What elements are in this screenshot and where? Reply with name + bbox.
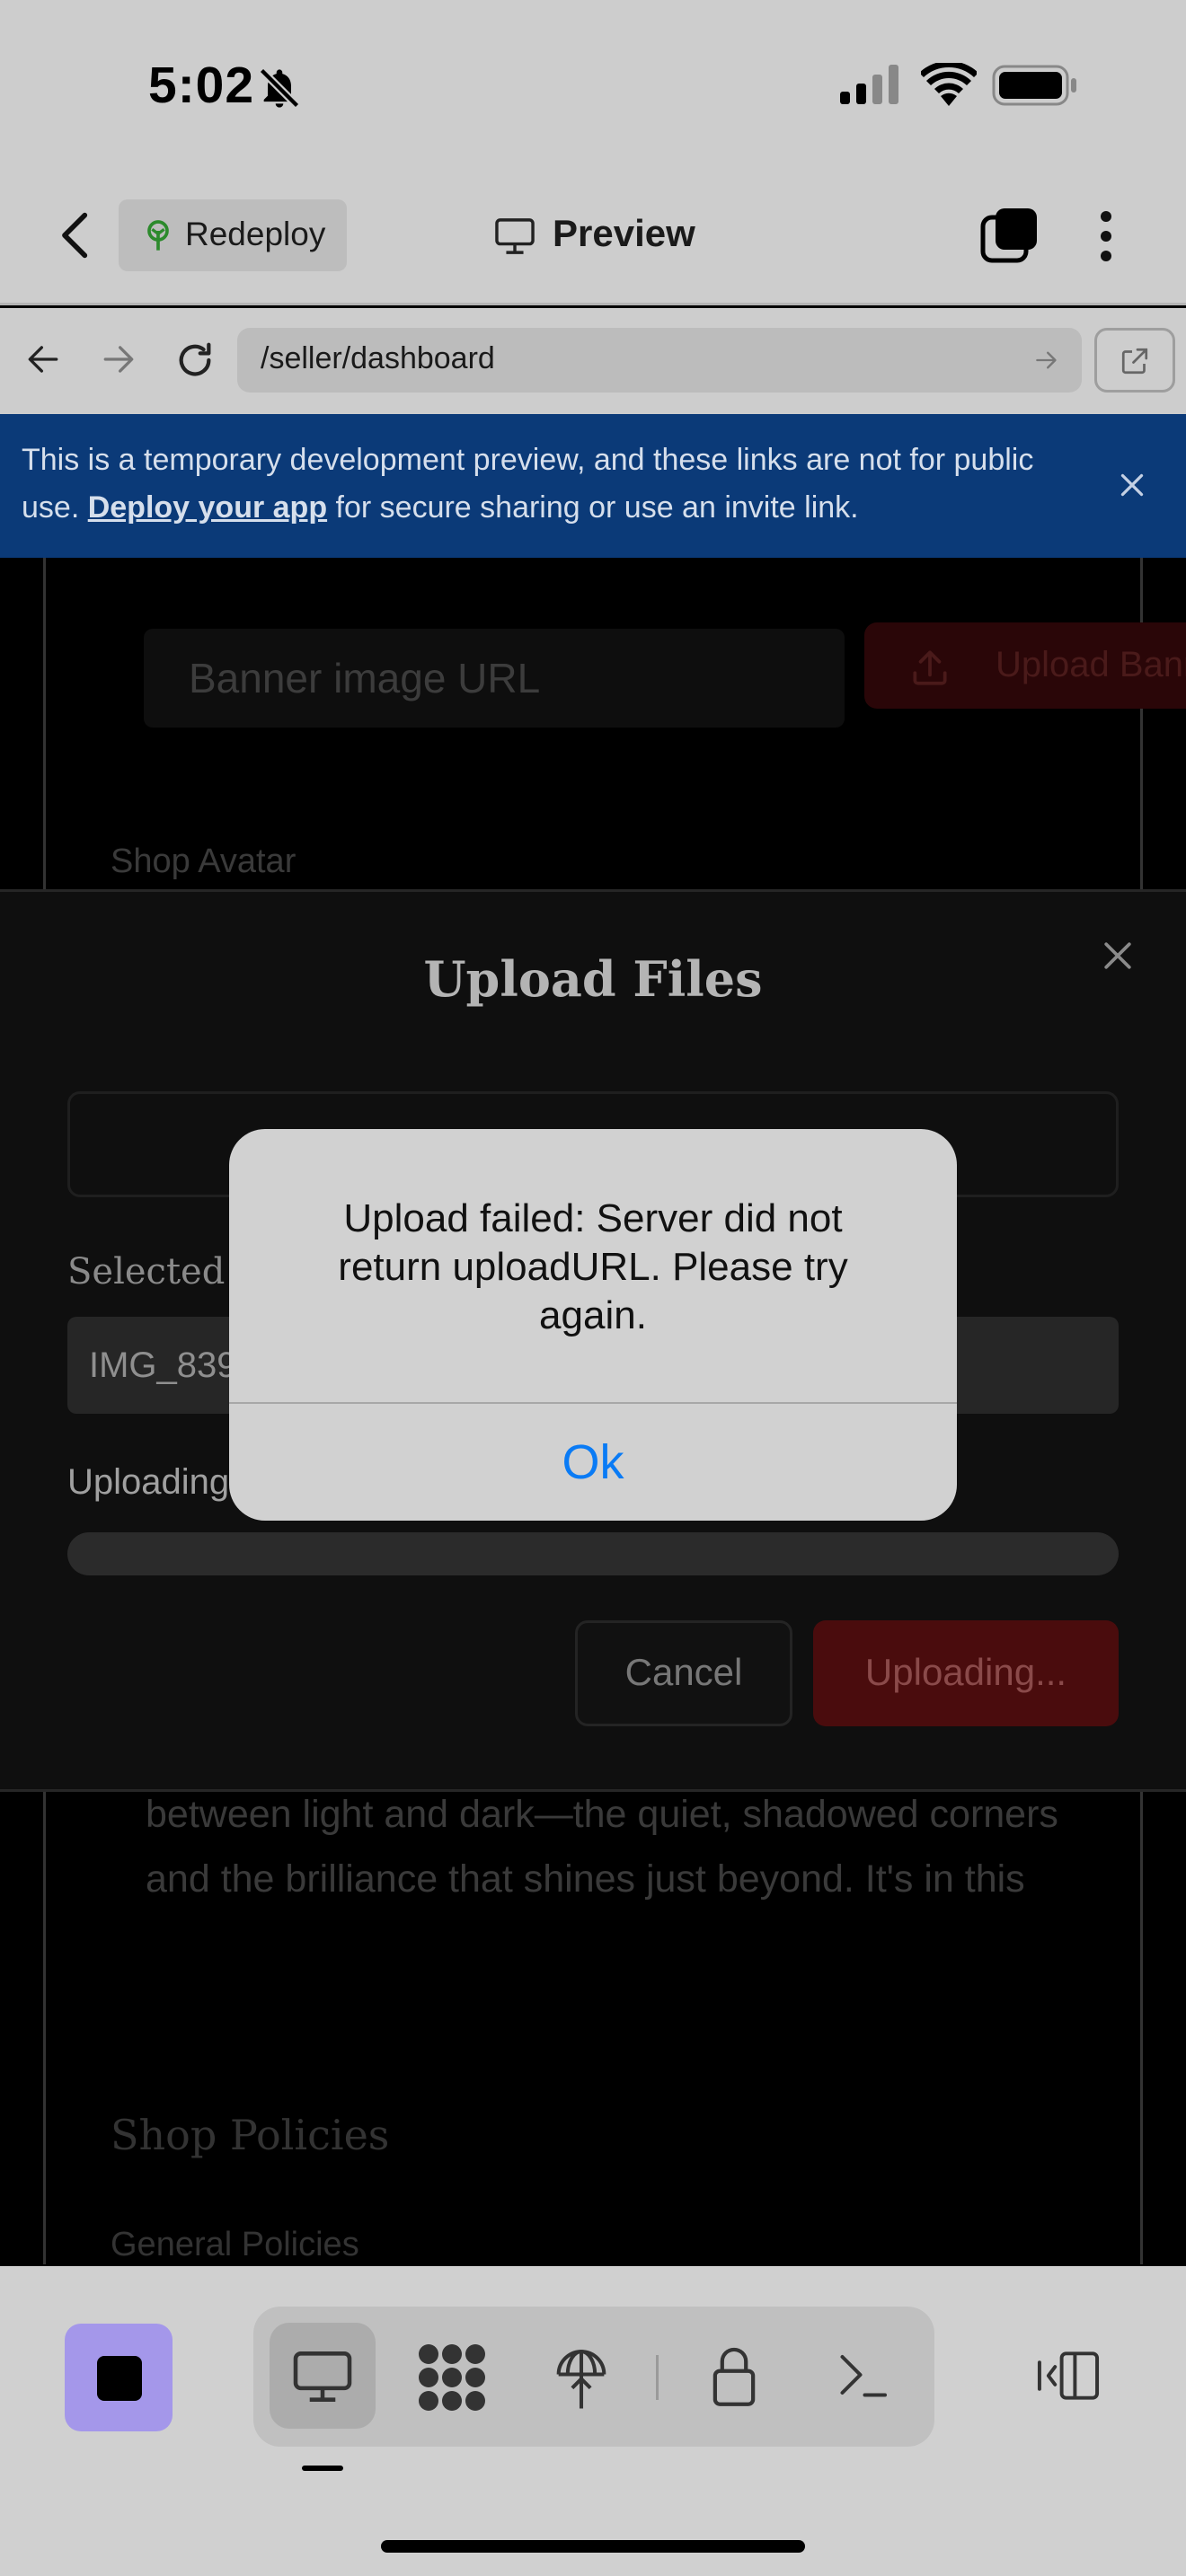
banner-text-after: for secure sharing or use an invite link… xyxy=(327,490,859,525)
stop-icon xyxy=(97,2356,142,2401)
shop-story-textarea[interactable]: I'm drawn to the magic that lies in the … xyxy=(146,1760,1080,2030)
wifi-icon xyxy=(921,63,977,106)
active-tab-indicator xyxy=(302,2466,343,2471)
alert-message: Upload failed: Server did not return upl… xyxy=(338,1196,848,1337)
deploy-icon[interactable] xyxy=(553,2342,609,2411)
terminal-icon[interactable] xyxy=(836,2348,890,2402)
url-text: /seller/dashboard xyxy=(261,341,495,375)
external-link-icon xyxy=(1119,345,1151,377)
apps-icon[interactable] xyxy=(417,2342,487,2413)
banner-close-icon[interactable] xyxy=(1116,469,1148,501)
upload-progress-bar xyxy=(67,1532,1119,1575)
upload-banner-label: Upload Banner xyxy=(996,645,1186,684)
panel-toggle-icon[interactable] xyxy=(1035,2348,1102,2404)
preview-title: Preview xyxy=(553,212,695,254)
battery-icon xyxy=(992,65,1078,106)
modal-title: Upload Files xyxy=(423,950,763,1008)
modal-close-icon[interactable] xyxy=(1098,936,1137,975)
deploy-app-link[interactable]: Deploy your app xyxy=(88,490,327,525)
bell-slash-icon xyxy=(256,65,303,111)
general-policies-label: General Policies xyxy=(111,2226,359,2263)
tabs-icon[interactable] xyxy=(979,207,1039,266)
nav-back-icon[interactable] xyxy=(25,343,61,375)
nav-forward-icon[interactable] xyxy=(101,343,137,375)
cellular-signal-icon xyxy=(840,65,901,104)
cancel-button-label: Cancel xyxy=(624,1651,743,1693)
uploading-button-label: Uploading... xyxy=(864,1651,1067,1693)
back-chevron-icon[interactable] xyxy=(56,210,97,260)
more-vertical-icon[interactable] xyxy=(1098,210,1114,262)
lock-icon[interactable] xyxy=(710,2342,758,2409)
reload-icon[interactable] xyxy=(174,340,216,381)
redeploy-label: Redeploy xyxy=(185,216,326,252)
banner-url-placeholder: Banner image URL xyxy=(189,655,541,701)
desktop-icon[interactable] xyxy=(291,2350,354,2404)
status-time: 5:02 xyxy=(148,57,255,114)
leaf-deploy-icon xyxy=(140,217,176,253)
shop-policies-heading: Shop Policies xyxy=(111,2111,390,2159)
home-indicator xyxy=(381,2540,805,2553)
toolbar-divider xyxy=(656,2355,659,2400)
alert-ok-button[interactable]: Ok xyxy=(229,1404,957,1521)
monitor-icon xyxy=(494,217,535,255)
banner-message: This is a temporary development preview,… xyxy=(22,437,1100,532)
open-external-button[interactable] xyxy=(1094,328,1175,393)
go-arrow-icon[interactable] xyxy=(1033,348,1060,372)
shop-avatar-label: Shop Avatar xyxy=(111,842,296,880)
upload-icon xyxy=(907,645,952,690)
